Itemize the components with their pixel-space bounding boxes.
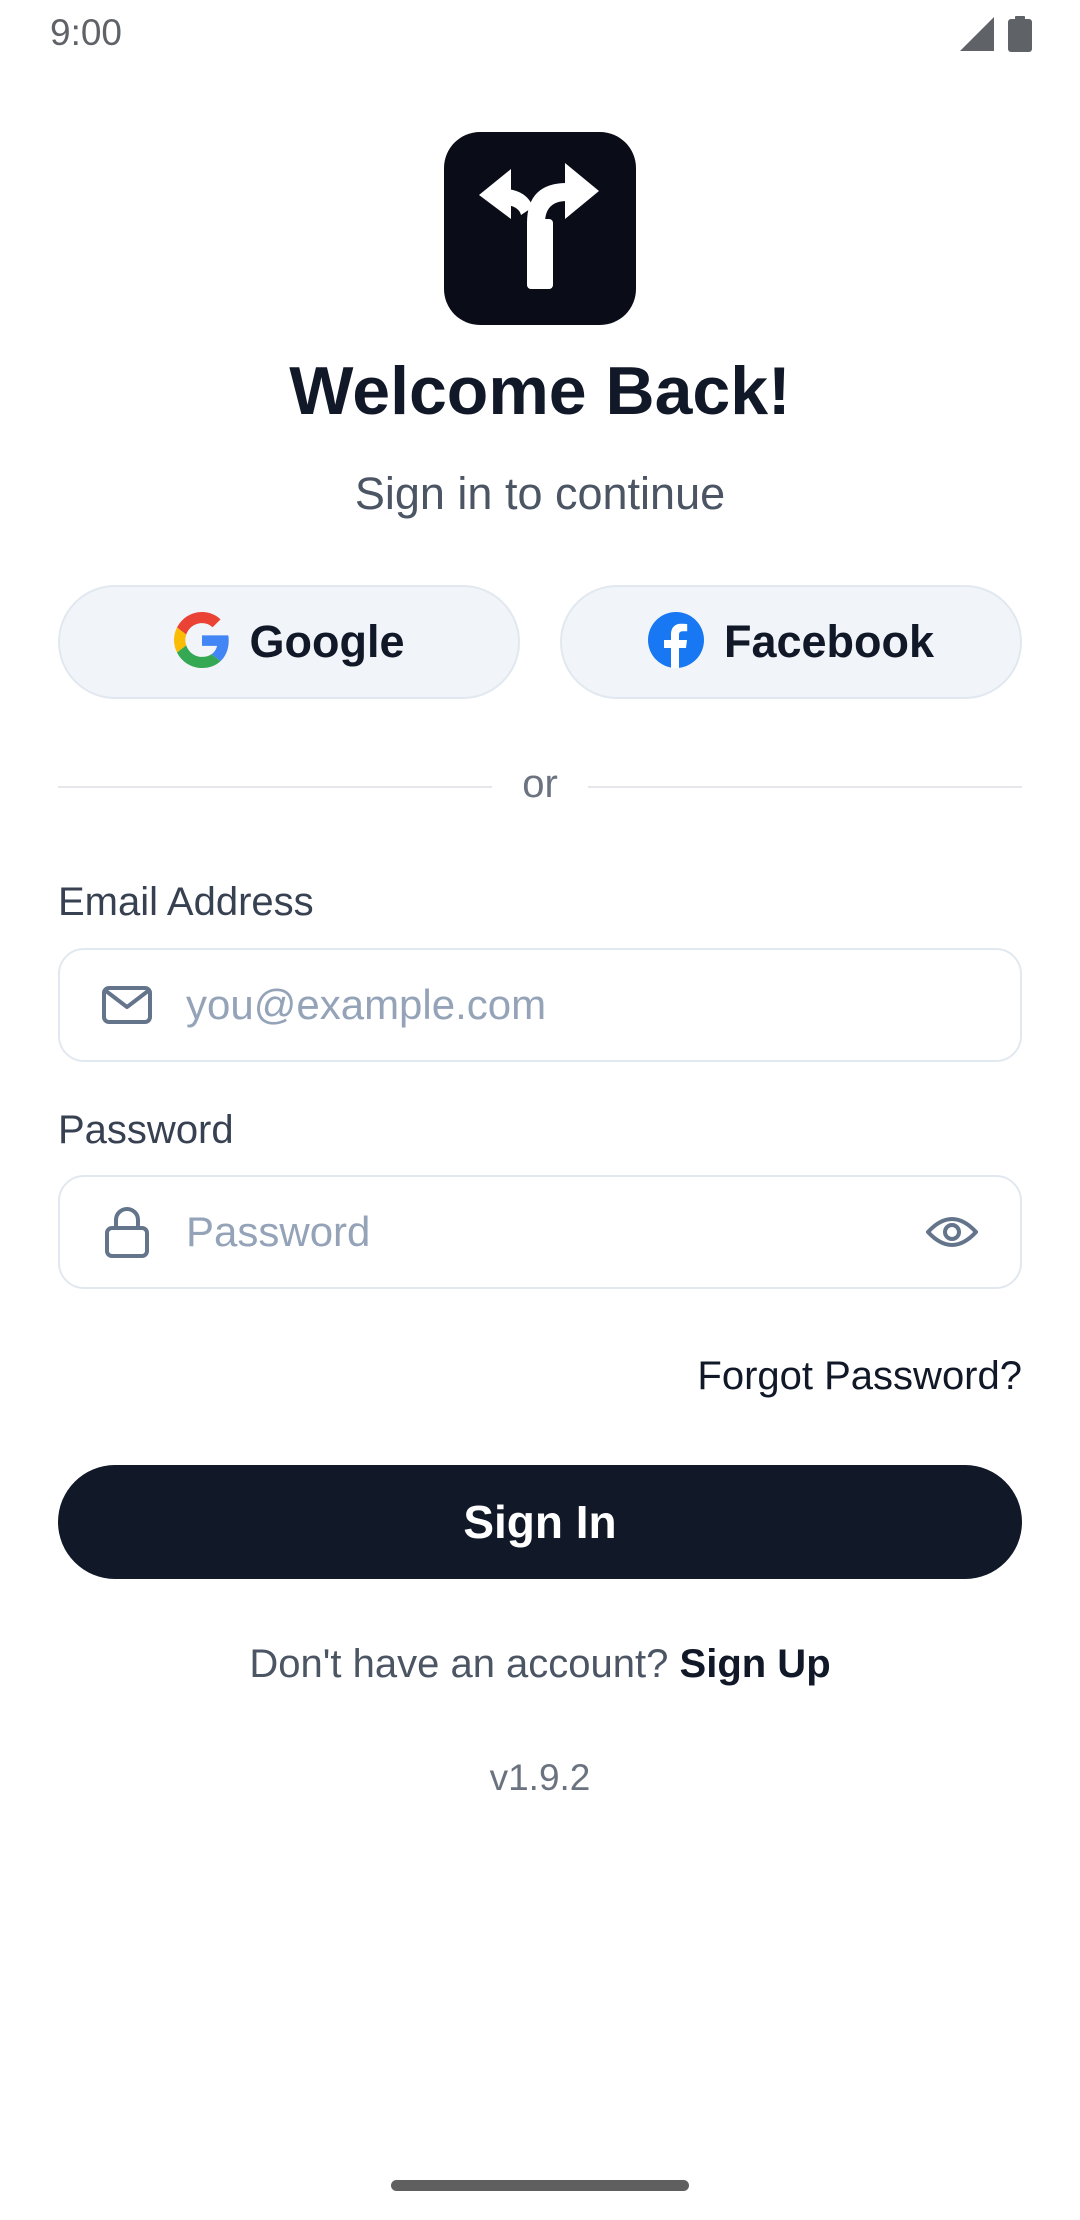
eye-icon[interactable] — [922, 1202, 982, 1262]
battery-icon — [1008, 16, 1032, 57]
status-icons — [960, 16, 1032, 57]
facebook-button-label: Facebook — [723, 616, 935, 667]
password-field-container — [58, 1175, 1022, 1289]
facebook-signin-button[interactable]: Facebook — [560, 585, 1022, 699]
login-screen: 9:00 Welcome Back! Sign in to continue G… — [0, 0, 1080, 2220]
home-indicator[interactable] — [391, 2180, 689, 2191]
divider-text: or — [522, 762, 558, 806]
facebook-icon — [647, 611, 704, 673]
lock-icon — [100, 1205, 154, 1259]
divider-right — [588, 786, 1022, 788]
page-title: Welcome Back! — [289, 353, 791, 429]
sign-in-button[interactable]: Sign In — [58, 1465, 1022, 1579]
password-label: Password — [58, 1108, 234, 1152]
page-subtitle: Sign in to continue — [354, 468, 726, 519]
status-bar: 9:00 — [0, 0, 1080, 66]
signal-icon — [960, 17, 994, 56]
app-version: v1.9.2 — [489, 1757, 591, 1798]
mail-icon — [100, 978, 154, 1032]
sign-up-link[interactable]: Sign Up — [680, 1642, 831, 1686]
divider-left — [58, 786, 492, 788]
app-logo — [444, 132, 636, 325]
email-label: Email Address — [58, 880, 314, 924]
signup-row: Don't have an account? Sign Up — [0, 1642, 1080, 1687]
google-signin-button[interactable]: Google — [58, 585, 520, 699]
email-input[interactable] — [184, 949, 1020, 1061]
forgot-password-link[interactable]: Forgot Password? — [697, 1354, 1022, 1399]
google-button-label: Google — [249, 616, 405, 667]
email-field-container — [58, 948, 1022, 1062]
signup-prompt: Don't have an account? — [249, 1642, 669, 1686]
status-time: 9:00 — [50, 12, 123, 53]
password-input[interactable] — [184, 1176, 922, 1288]
google-icon — [173, 611, 230, 673]
split-arrow-icon — [475, 161, 605, 296]
